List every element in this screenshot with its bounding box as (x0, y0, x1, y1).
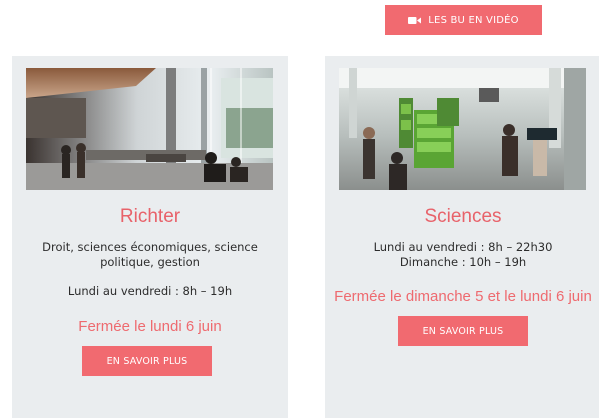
library-hours-weekdays: Lundi au vendredi : 8h – 22h30 (373, 240, 553, 254)
learn-more-button-sciences[interactable]: EN SAVOIR PLUS (398, 316, 528, 346)
library-hours-sunday: Dimanche : 10h – 19h (399, 255, 527, 269)
library-closure-notice: Fermée le lundi 6 juin (78, 318, 222, 335)
library-name: Richter (119, 206, 181, 227)
library-photo-sciences (339, 68, 586, 190)
library-photo-richter (26, 68, 273, 190)
library-video-button-label: LES BU EN VIDÉO (428, 14, 519, 26)
library-name: Sciences (424, 206, 502, 227)
library-hours-weekdays: Lundi au vendredi : 8h – 19h (67, 284, 233, 298)
library-closure-notice: Fermée le dimanche 5 et le lundi 6 juin (334, 288, 592, 305)
library-card-sciences: Sciences Lundi au vendredi : 8h – 22h30 … (325, 56, 599, 418)
library-subjects: Droit, sciences économiques, science pol… (42, 240, 258, 269)
video-camera-icon (408, 16, 422, 25)
learn-more-button-richter[interactable]: EN SAVOIR PLUS (82, 346, 212, 376)
library-video-button[interactable]: LES BU EN VIDÉO (385, 5, 542, 35)
library-card-richter: Richter Droit, sciences économiques, sci… (12, 56, 288, 418)
